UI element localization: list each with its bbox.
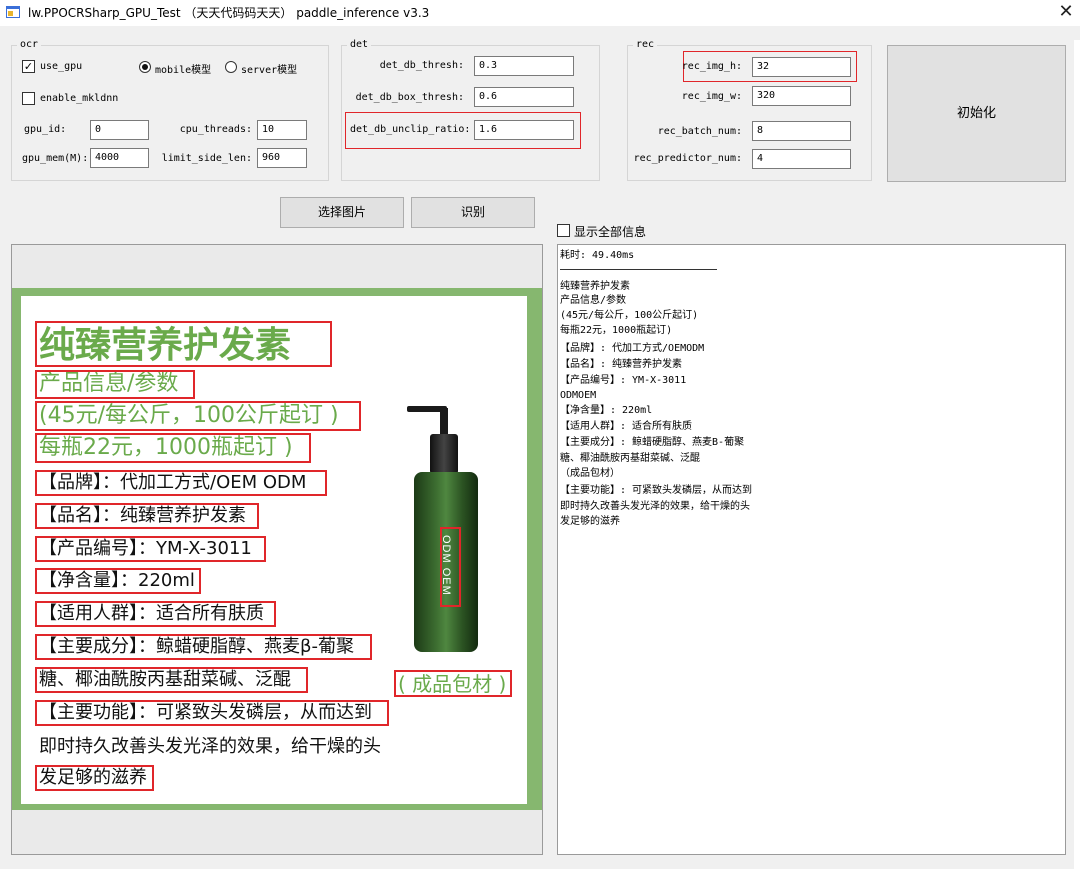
rec-batch-num-label: rec_batch_num:	[657, 126, 742, 137]
output-line: 【品牌】: 代加工方式/OEMODM	[560, 343, 705, 354]
window-title: lw.PPOCRSharp_GPU_Test （天天代码码天天） paddle_…	[28, 6, 430, 20]
enable-mkldnn-label: enable_mkldnn	[40, 93, 119, 104]
cpu-threads-label: cpu_threads:	[179, 124, 252, 135]
gpu-id-input[interactable]: 0	[90, 120, 149, 140]
detection-box	[35, 536, 266, 562]
enable-mkldnn-checkbox[interactable]	[22, 92, 35, 105]
det-db-unclip-ratio-label: det_db_unclip_ratio:	[350, 124, 471, 135]
output-line: 纯臻营养护发素	[560, 281, 630, 292]
detection-box	[35, 601, 276, 627]
recognize-button[interactable]: 识别	[411, 197, 535, 228]
detection-box	[35, 667, 308, 693]
show-all-info-checkbox[interactable]	[557, 224, 570, 237]
detection-box	[35, 503, 259, 529]
detection-box	[35, 433, 311, 463]
output-line: （成品包材）	[560, 468, 620, 479]
select-image-button[interactable]: 选择图片	[280, 197, 404, 228]
poster-line: 即时持久改善头发光泽的效果，给干燥的头	[39, 736, 381, 757]
bottle-neck	[430, 434, 458, 474]
detection-box	[440, 527, 461, 607]
detection-box	[35, 401, 361, 431]
rec-img-w-label: rec_img_w:	[681, 91, 742, 102]
output-line: 【主要成分】: 鲸蜡硬脂醇、燕麦B-葡聚	[560, 437, 745, 448]
gpu-mem-input[interactable]: 4000	[90, 148, 149, 168]
detection-box	[35, 370, 195, 399]
output-line: 即时持久改善头发光泽的效果，给干燥的头	[560, 501, 750, 512]
mobile-model-radio[interactable]	[139, 61, 151, 73]
show-all-info-label: 显示全部信息	[574, 225, 647, 239]
checkmark-icon: ✓	[23, 60, 34, 73]
rec-batch-num-input[interactable]: 8	[752, 121, 851, 141]
detection-box	[35, 321, 332, 367]
output-line: (45元/每公斤，100公斤起订)	[560, 310, 699, 321]
detection-box	[35, 634, 372, 660]
output-line: 【品名】: 纯臻营养护发素	[560, 359, 683, 370]
use-gpu-label: use_gpu	[40, 61, 83, 72]
det-db-thresh-input[interactable]: 0.3	[474, 56, 574, 76]
rec-predictor-num-input[interactable]: 4	[752, 149, 851, 169]
output-line: 产品信息/参数	[560, 295, 627, 306]
detection-box	[35, 765, 154, 791]
output-line: ODMOEM	[560, 390, 597, 401]
rec-img-w-input[interactable]: 320	[752, 86, 851, 106]
det-db-thresh-label: det_db_thresh:	[379, 60, 464, 71]
detection-box	[35, 568, 201, 594]
cpu-threads-input[interactable]: 10	[257, 120, 307, 140]
detection-box	[35, 700, 389, 726]
det-group-legend: det	[347, 39, 372, 51]
window-edge	[1074, 40, 1080, 869]
limit-side-len-input[interactable]: 960	[257, 148, 307, 168]
detection-box	[394, 670, 512, 697]
output-line: 每瓶22元，1000瓶起订)	[560, 325, 673, 336]
use-gpu-checkbox[interactable]: ✓	[22, 60, 35, 73]
limit-side-len-label: limit_side_len:	[161, 153, 252, 164]
output-line: 糖、椰油酰胺丙基甜菜碱、泛醌	[560, 453, 700, 464]
output-line: 【净含量】: 220ml	[560, 405, 653, 416]
output-line: 【产品编号】: YM-X-3011	[560, 375, 687, 386]
mobile-model-label: mobile模型	[155, 65, 212, 76]
output-line: 发足够的滋养	[560, 516, 620, 527]
rec-predictor-num-label: rec_predictor_num:	[633, 153, 742, 164]
ocr-group-legend: ocr	[17, 39, 42, 51]
init-button[interactable]: 初始化	[887, 45, 1066, 182]
gpu-mem-label: gpu_mem(M):	[22, 153, 89, 164]
radio-selected-dot	[142, 64, 148, 70]
gpu-id-label: gpu_id:	[24, 124, 67, 135]
detection-box	[35, 470, 327, 496]
rec-img-h-input[interactable]: 32	[752, 57, 851, 77]
close-icon[interactable]: ✕	[1052, 0, 1080, 26]
output-line: 【主要功能】: 可紧致头发磷层，从而达到	[560, 485, 753, 496]
det-db-box-thresh-input[interactable]: 0.6	[474, 87, 574, 107]
det-db-box-thresh-label: det_db_box_thresh:	[355, 92, 464, 103]
bottle-pump-stem	[440, 408, 448, 436]
server-model-radio[interactable]	[225, 61, 237, 73]
output-line: 【适用人群】: 适合所有肤质	[560, 421, 693, 432]
server-model-label: server模型	[241, 65, 298, 76]
rec-img-h-label: rec_img_h:	[681, 61, 742, 72]
rec-group-legend: rec	[633, 39, 658, 51]
elapsed-time: 耗时: 49.40ms	[560, 250, 635, 261]
app-icon	[6, 6, 20, 18]
separator-line	[560, 269, 717, 270]
det-db-unclip-ratio-input[interactable]: 1.6	[474, 120, 574, 140]
